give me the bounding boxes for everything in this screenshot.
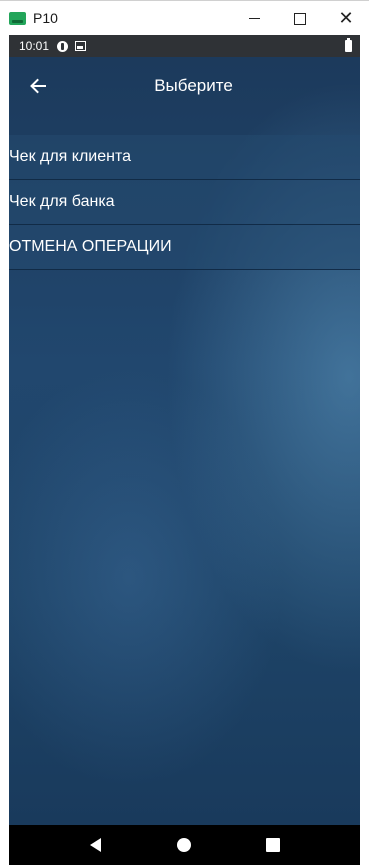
device-screen: 10:01 Выберите Чек для клиента Чек для б…	[9, 35, 360, 865]
app-bar: Выберите	[9, 57, 360, 114]
status-time: 10:01	[19, 39, 50, 53]
nav-back-icon[interactable]	[90, 838, 101, 852]
option-cancel-operation[interactable]: ОТМЕНА ОПЕРАЦИИ	[9, 225, 360, 270]
arrow-left-icon	[30, 78, 46, 94]
maximize-button[interactable]	[277, 1, 323, 36]
option-receipt-bank[interactable]: Чек для банка	[9, 180, 360, 225]
option-receipt-client[interactable]: Чек для клиента	[9, 135, 360, 180]
window-controls: ✕	[231, 1, 369, 36]
close-button[interactable]: ✕	[323, 1, 369, 36]
app-icon	[9, 11, 26, 25]
options-list: Чек для клиента Чек для банка ОТМЕНА ОПЕ…	[9, 135, 360, 270]
sync-status-icon	[57, 40, 69, 52]
window-titlebar: P10 ✕	[0, 0, 369, 35]
android-nav-bar	[9, 825, 360, 865]
minimize-button[interactable]	[231, 1, 277, 36]
window-title: P10	[33, 10, 58, 26]
back-button[interactable]	[23, 71, 53, 101]
close-icon: ✕	[338, 8, 354, 28]
image-notification-icon	[75, 41, 87, 51]
option-label: Чек для банка	[9, 193, 115, 210]
battery-icon	[345, 38, 352, 52]
app-screen: Выберите Чек для клиента Чек для банка О…	[9, 57, 360, 825]
page-title: Выберите	[154, 76, 233, 95]
option-label: ОТМЕНА ОПЕРАЦИИ	[9, 238, 172, 255]
android-status-bar: 10:01	[9, 35, 360, 57]
nav-recents-icon[interactable]	[266, 838, 280, 852]
option-label: Чек для клиента	[9, 148, 132, 165]
nav-home-icon[interactable]	[177, 838, 191, 852]
